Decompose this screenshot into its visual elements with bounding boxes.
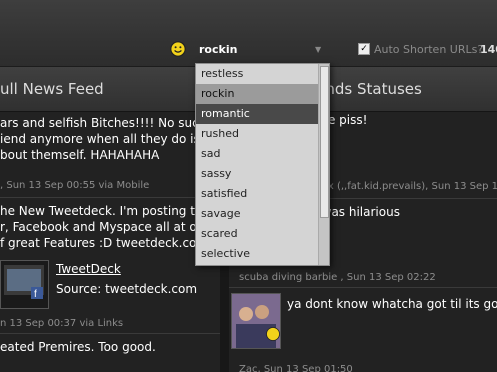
mood-option[interactable]: rushed <box>196 124 329 144</box>
mood-option[interactable]: rockin <box>196 84 329 104</box>
link-title[interactable]: TweetDeck <box>56 261 121 277</box>
mood-option[interactable]: satisfied <box>196 184 329 204</box>
character-count: 140 <box>480 43 497 56</box>
dropdown-scrollbar[interactable] <box>318 64 329 265</box>
tweet-text: he New Tweetdeck. I'm posting to r, Face… <box>0 204 219 250</box>
link-source: Source: tweetdeck.com <box>56 282 198 296</box>
tweet-text: ars and selfish Bitches!!!! No such thi … <box>0 116 220 162</box>
mood-option[interactable]: selective <box>196 244 329 264</box>
compose-toolbar: rockin ▼ ✓ Auto Shorten URLs? 140 <box>0 0 497 67</box>
avatar[interactable] <box>231 293 281 349</box>
smiley-icon[interactable] <box>170 41 186 57</box>
mood-option[interactable]: restless <box>196 64 329 84</box>
mood-option[interactable]: sassy <box>196 164 329 184</box>
tweet-meta: , Sun 13 Sep 00:55 via Mobile <box>0 180 150 191</box>
auto-shorten-checkbox[interactable]: ✓ <box>358 43 370 55</box>
status-meta: Zac, Sun 13 Sep 01:50 <box>239 364 353 372</box>
status-text: ya dont know whatcha got til its gone <box>287 297 497 311</box>
auto-shorten-label: Auto Shorten URLs? <box>374 43 484 56</box>
mood-option[interactable]: romantic <box>196 104 329 124</box>
mood-option[interactable]: savage <box>196 204 329 224</box>
tweet-text: eated Premires. Too good. <box>0 340 156 354</box>
status-meta: scuba diving barbie , Sun 13 Sep 02:22 <box>239 272 436 283</box>
scrollbar-thumb[interactable] <box>320 66 329 218</box>
tweet-meta: n 13 Sep 00:37 via Links <box>0 318 124 329</box>
column-title: ull News Feed <box>0 67 220 112</box>
news-feed-column: ull News Feed ars and selfish Bitches!!!… <box>0 67 220 372</box>
divider <box>229 287 497 288</box>
svg-text:f: f <box>34 289 37 300</box>
divider <box>0 197 220 198</box>
mood-dropdown-list[interactable]: restless rockin romantic rushed sad sass… <box>195 63 330 266</box>
link-thumbnail[interactable]: f <box>0 260 49 309</box>
chevron-down-icon[interactable]: ▼ <box>315 45 321 54</box>
mood-option[interactable]: scared <box>196 224 329 244</box>
mood-option[interactable]: sad <box>196 144 329 164</box>
mood-select[interactable]: rockin <box>199 43 237 56</box>
divider <box>0 333 220 334</box>
